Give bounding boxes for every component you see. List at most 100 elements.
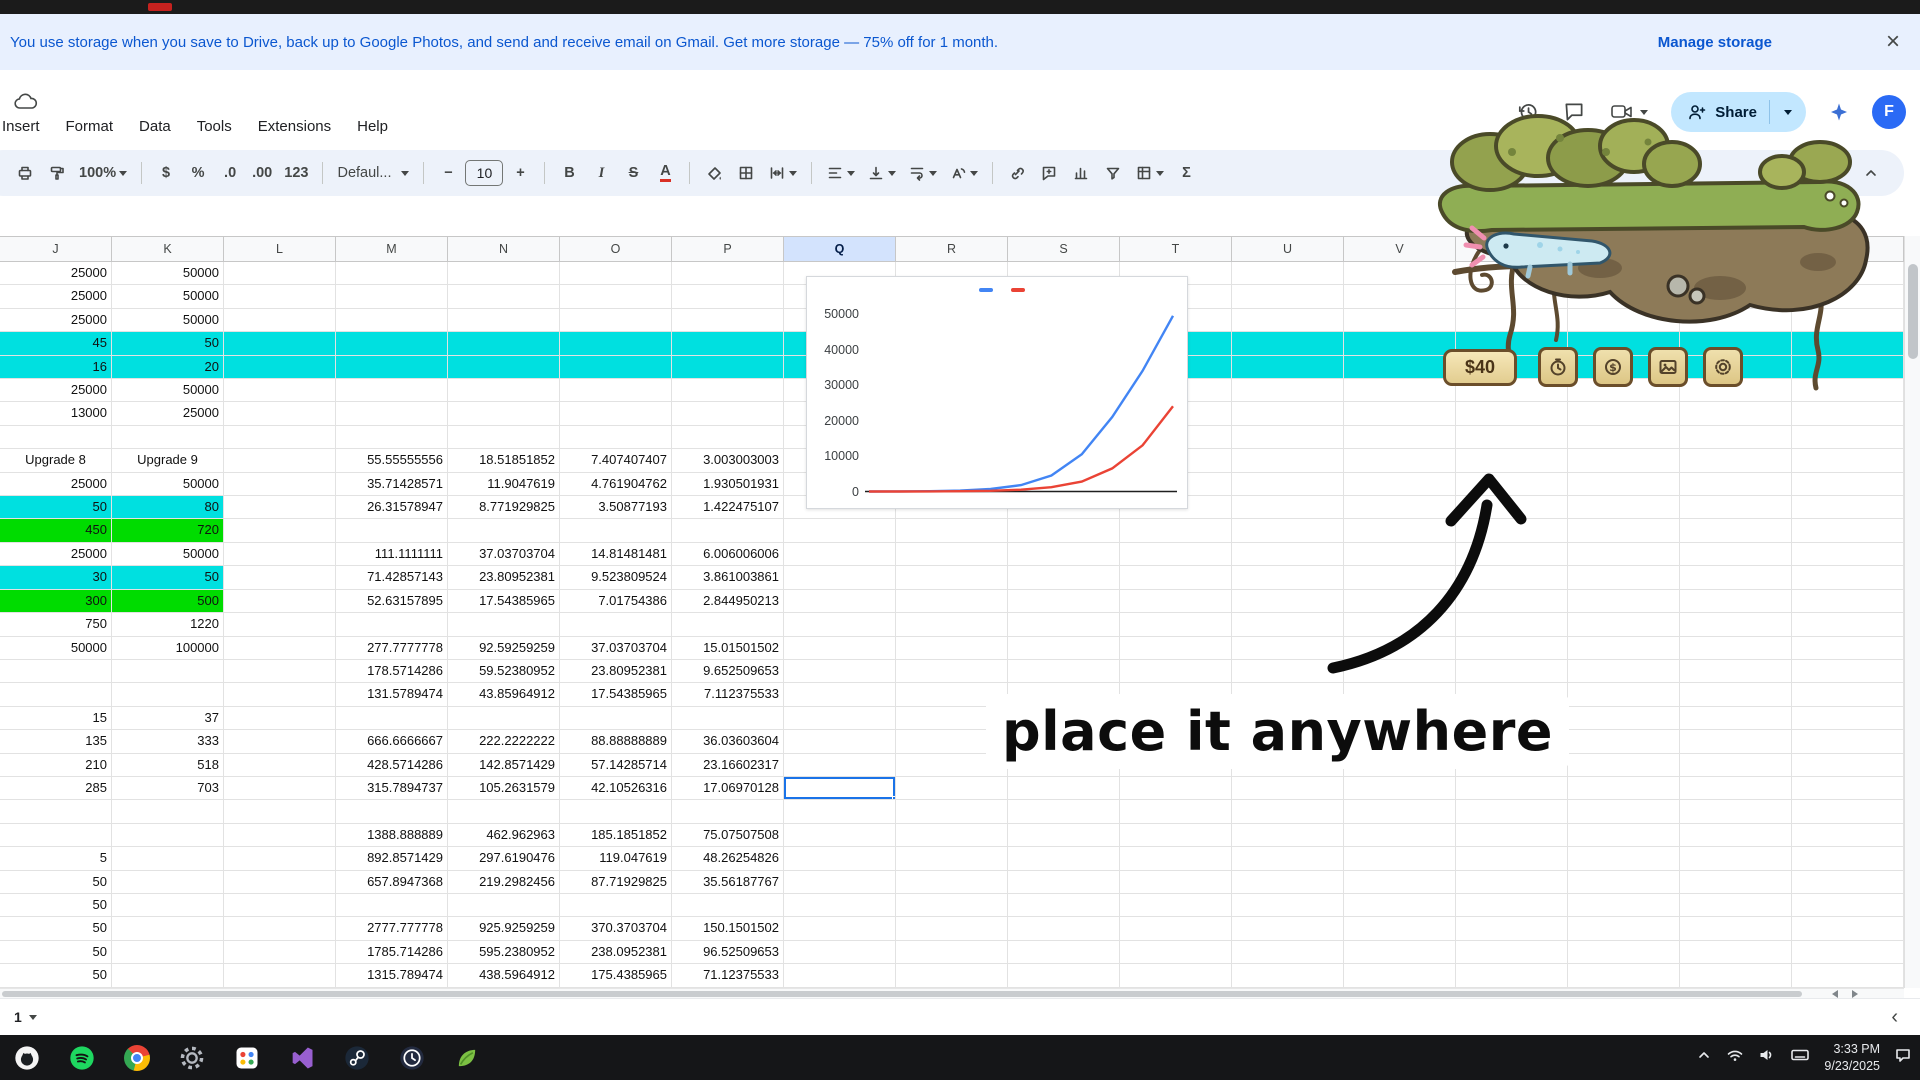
- cell-P[interactable]: 48.26254826: [672, 847, 784, 870]
- cell-Y[interactable]: [1680, 496, 1792, 519]
- cell-W[interactable]: [1456, 543, 1568, 566]
- cell-J[interactable]: 135: [0, 730, 112, 753]
- cell-O[interactable]: [560, 800, 672, 823]
- collapse-panel-chevron-icon[interactable]: ‹: [1891, 1007, 1898, 1027]
- cell-V[interactable]: [1344, 847, 1456, 870]
- share-menu-caret-icon[interactable]: [1784, 110, 1792, 115]
- cell-O[interactable]: 42.10526316: [560, 777, 672, 800]
- column-header-Q[interactable]: Q: [784, 237, 896, 261]
- cell-X[interactable]: [1568, 543, 1680, 566]
- cell-V[interactable]: [1344, 824, 1456, 847]
- cell-X[interactable]: [1568, 707, 1680, 730]
- column-header-W[interactable]: W: [1456, 237, 1568, 261]
- cell-X[interactable]: [1568, 800, 1680, 823]
- cell-W[interactable]: [1456, 894, 1568, 917]
- cell-U[interactable]: [1232, 800, 1344, 823]
- cell-Z[interactable]: [1792, 637, 1904, 660]
- cell-X[interactable]: [1568, 613, 1680, 636]
- cell-L[interactable]: [224, 496, 336, 519]
- cell-Y[interactable]: [1680, 894, 1792, 917]
- cell-W[interactable]: [1456, 449, 1568, 472]
- cell-J[interactable]: [0, 660, 112, 683]
- cell-S[interactable]: [1008, 847, 1120, 870]
- cell-T[interactable]: [1120, 590, 1232, 613]
- cell-P[interactable]: 150.1501502: [672, 917, 784, 940]
- cell-M[interactable]: 666.6666667: [336, 730, 448, 753]
- cell-O[interactable]: [560, 379, 672, 402]
- cell-O[interactable]: 175.4385965: [560, 964, 672, 987]
- cell-M[interactable]: [336, 285, 448, 308]
- cell-K[interactable]: 80: [112, 496, 224, 519]
- cell-O[interactable]: [560, 262, 672, 285]
- cell-M[interactable]: 657.8947368: [336, 871, 448, 894]
- cell-X[interactable]: [1568, 262, 1680, 285]
- cell-J[interactable]: 50: [0, 496, 112, 519]
- cell-M[interactable]: 2777.777778: [336, 917, 448, 940]
- cell-N[interactable]: [448, 613, 560, 636]
- cell-X[interactable]: [1568, 683, 1680, 706]
- cell-V[interactable]: [1344, 894, 1456, 917]
- cell-X[interactable]: [1568, 309, 1680, 332]
- cell-V[interactable]: [1344, 332, 1456, 355]
- vertical-scrollbar[interactable]: [1904, 236, 1920, 988]
- cell-L[interactable]: [224, 754, 336, 777]
- cell-L[interactable]: [224, 683, 336, 706]
- cell-S[interactable]: [1008, 941, 1120, 964]
- cell-Z[interactable]: [1792, 964, 1904, 987]
- cell-M[interactable]: 277.7777778: [336, 637, 448, 660]
- cell-Y[interactable]: [1680, 707, 1792, 730]
- cell-O[interactable]: [560, 402, 672, 425]
- cell-S[interactable]: [1008, 543, 1120, 566]
- cell-P[interactable]: [672, 332, 784, 355]
- cell-Z[interactable]: [1792, 894, 1904, 917]
- cell-Z[interactable]: [1792, 613, 1904, 636]
- cell-X[interactable]: [1568, 917, 1680, 940]
- print-icon[interactable]: [10, 158, 40, 188]
- cell-K[interactable]: 25000: [112, 402, 224, 425]
- cell-S[interactable]: [1008, 800, 1120, 823]
- cell-P[interactable]: 7.112375533: [672, 683, 784, 706]
- cell-W[interactable]: [1456, 871, 1568, 894]
- video-call-icon[interactable]: [1607, 99, 1651, 125]
- cell-V[interactable]: [1344, 660, 1456, 683]
- cell-Y[interactable]: [1680, 402, 1792, 425]
- cell-L[interactable]: [224, 473, 336, 496]
- cell-X[interactable]: [1568, 777, 1680, 800]
- text-wrap-icon[interactable]: [903, 158, 942, 188]
- cell-Z[interactable]: [1792, 379, 1904, 402]
- cell-R[interactable]: [896, 847, 1008, 870]
- cell-X[interactable]: [1568, 496, 1680, 519]
- cell-R[interactable]: [896, 894, 1008, 917]
- cell-K[interactable]: [112, 660, 224, 683]
- close-icon[interactable]: ×: [1886, 30, 1900, 54]
- cell-R[interactable]: [896, 941, 1008, 964]
- cell-P[interactable]: [672, 519, 784, 542]
- cell-O[interactable]: [560, 613, 672, 636]
- cell-U[interactable]: [1232, 590, 1344, 613]
- cell-K[interactable]: [112, 894, 224, 917]
- decrease-decimals-button[interactable]: .0: [215, 158, 245, 188]
- cell-R[interactable]: [896, 519, 1008, 542]
- cell-U[interactable]: [1232, 496, 1344, 519]
- cell-L[interactable]: [224, 964, 336, 987]
- cell-M[interactable]: 1388.888889: [336, 824, 448, 847]
- cell-S[interactable]: [1008, 660, 1120, 683]
- cell-Z[interactable]: [1792, 707, 1904, 730]
- cell-K[interactable]: 518: [112, 754, 224, 777]
- increase-decimals-button[interactable]: .00: [247, 158, 277, 188]
- cell-S[interactable]: [1008, 824, 1120, 847]
- cell-R[interactable]: [896, 543, 1008, 566]
- cell-N[interactable]: [448, 285, 560, 308]
- cell-X[interactable]: [1568, 566, 1680, 589]
- cell-N[interactable]: 925.9259259: [448, 917, 560, 940]
- cell-P[interactable]: 96.52509653: [672, 941, 784, 964]
- cell-N[interactable]: [448, 262, 560, 285]
- cell-P[interactable]: 15.01501502: [672, 637, 784, 660]
- cell-J[interactable]: [0, 824, 112, 847]
- borders-icon[interactable]: [731, 158, 761, 188]
- cell-L[interactable]: [224, 894, 336, 917]
- cell-K[interactable]: 500: [112, 590, 224, 613]
- cell-V[interactable]: [1344, 613, 1456, 636]
- menu-format[interactable]: Format: [66, 118, 114, 135]
- cell-O[interactable]: 57.14285714: [560, 754, 672, 777]
